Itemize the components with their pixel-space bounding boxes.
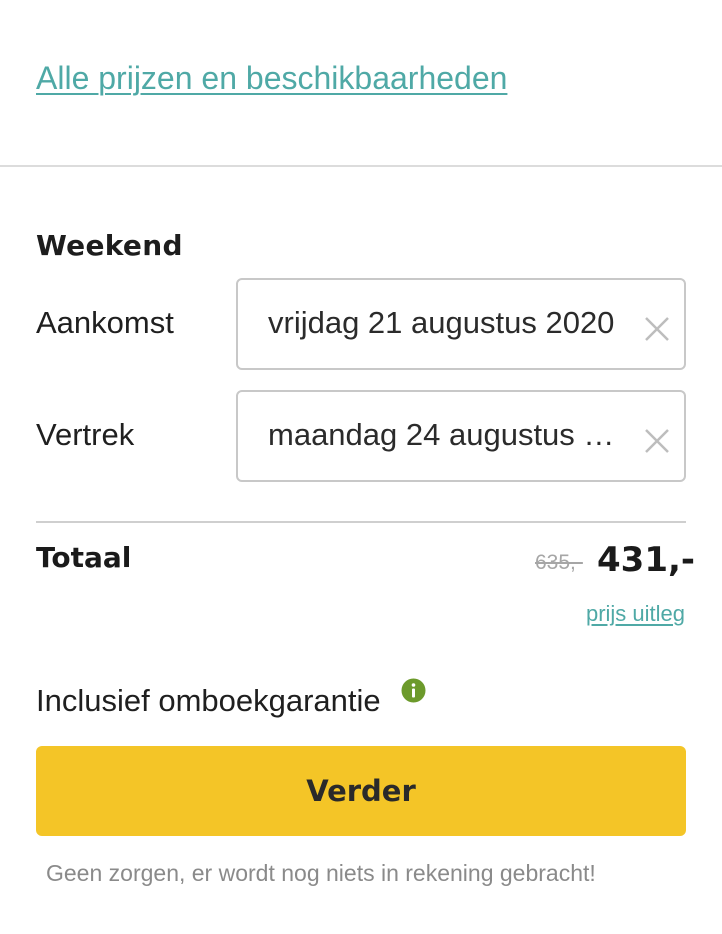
arrival-date-value: vrijdag 21 augustus 2020: [268, 305, 615, 340]
top-divider: [0, 165, 722, 167]
booking-panel: Alle prijzen en beschikbaarheden Weekend…: [0, 0, 722, 934]
all-prices-link[interactable]: Alle prijzen en beschikbaarheden: [36, 60, 507, 97]
departure-date-field[interactable]: maandag 24 augustus 2020: [236, 390, 686, 482]
arrival-date-field[interactable]: vrijdag 21 augustus 2020: [236, 278, 686, 370]
arrival-clear-icon[interactable]: [642, 314, 672, 344]
guarantee-label: Inclusief omboekgarantie: [36, 683, 381, 718]
section-title: Weekend: [36, 229, 183, 262]
info-icon[interactable]: [401, 678, 426, 703]
departure-clear-icon[interactable]: [642, 426, 672, 456]
arrival-label: Aankomst: [36, 305, 174, 340]
total-price: 431,-: [597, 540, 695, 580]
total-divider: [36, 521, 686, 523]
old-price: 635,-: [535, 551, 583, 574]
price-explain-link[interactable]: prijs uitleg: [586, 601, 685, 627]
continue-button[interactable]: Verder: [36, 746, 686, 836]
total-label: Totaal: [36, 541, 132, 574]
departure-label: Vertrek: [36, 417, 135, 452]
departure-date-value: maandag 24 augustus 2020: [268, 417, 624, 452]
reassurance-note: Geen zorgen, er wordt nog niets in reken…: [46, 860, 596, 886]
